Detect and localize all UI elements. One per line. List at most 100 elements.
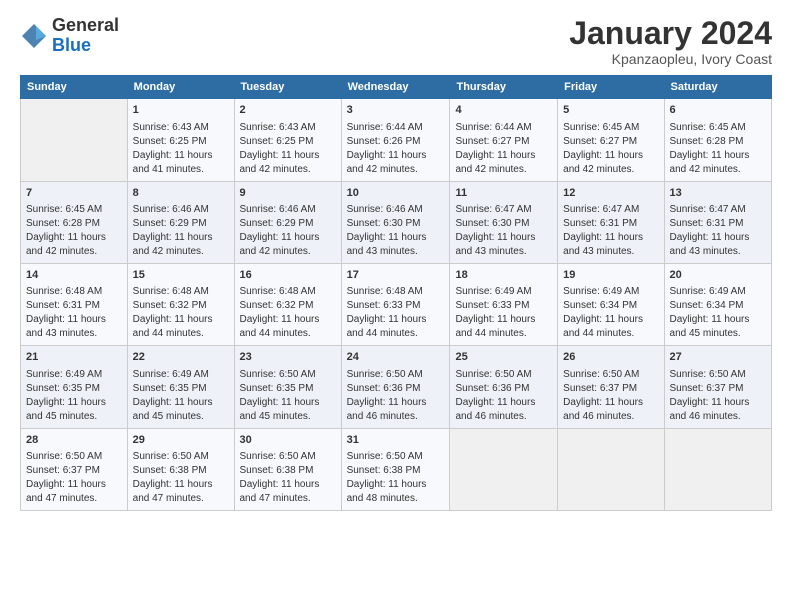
col-header-sunday: Sunday	[21, 76, 128, 99]
day-cell: 28 Sunrise: 6:50 AMSunset: 6:37 PMDayligh…	[21, 428, 128, 510]
day-info-line: Sunset: 6:30 PM	[455, 217, 552, 231]
day-number: 10	[347, 186, 445, 201]
day-cell: 21Sunrise: 6:49 AMSunset: 6:35 PMDayligh…	[21, 346, 128, 428]
day-cell: 6Sunrise: 6:45 AMSunset: 6:28 PMDaylight…	[664, 99, 771, 181]
day-info-line: Sunrise: 6:47 AM	[455, 203, 552, 217]
day-cell: 10 Sunrise: 6:46 AMSunset: 6:30 PMDayligh…	[341, 181, 450, 263]
day-info-line: Daylight: 11 hours	[347, 149, 445, 163]
day-info-line: Sunrise: 6:46 AM	[347, 203, 445, 217]
day-number: 3	[347, 103, 445, 118]
day-info-line: Sunset: 6:28 PM	[670, 135, 766, 149]
day-info-line: Daylight: 11 hours	[26, 396, 122, 410]
day-info-line: Daylight: 11 hours	[240, 231, 336, 245]
col-header-tuesday: Tuesday	[234, 76, 341, 99]
col-header-wednesday: Wednesday	[341, 76, 450, 99]
day-info-line: and 42 minutes.	[240, 163, 336, 177]
day-info-line: Sunrise: 6:50 AM	[26, 450, 122, 464]
day-info-line: Sunset: 6:31 PM	[26, 299, 122, 313]
day-cell	[450, 428, 558, 510]
day-info-line: Sunset: 6:38 PM	[240, 464, 336, 478]
day-number: 9	[240, 186, 336, 201]
day-info-line: and 45 minutes.	[26, 410, 122, 424]
day-info-line: Daylight: 11 hours	[563, 149, 658, 163]
calendar-table: SundayMondayTuesdayWednesdayThursdayFrid…	[20, 75, 772, 511]
day-number: 17	[347, 268, 445, 283]
day-info-line: Sunrise: 6:49 AM	[563, 285, 658, 299]
day-number: 21	[26, 350, 122, 365]
day-info-line: Daylight: 11 hours	[563, 231, 658, 245]
day-info-line: Daylight: 11 hours	[670, 149, 766, 163]
day-info-line: and 42 minutes.	[670, 163, 766, 177]
day-cell	[558, 428, 664, 510]
day-info-line: Daylight: 11 hours	[240, 313, 336, 327]
logo-general: General	[52, 15, 119, 35]
day-info-line: Sunset: 6:25 PM	[240, 135, 336, 149]
day-info-line: Sunset: 6:36 PM	[347, 382, 445, 396]
day-info-line: Sunrise: 6:48 AM	[240, 285, 336, 299]
day-info-line: and 42 minutes.	[455, 163, 552, 177]
day-number: 15	[133, 268, 229, 283]
day-info-line: and 41 minutes.	[133, 163, 229, 177]
day-info-line: and 44 minutes.	[455, 327, 552, 341]
day-cell: 3Sunrise: 6:44 AMSunset: 6:26 PMDaylight…	[341, 99, 450, 181]
week-row-4: 21Sunrise: 6:49 AMSunset: 6:35 PMDayligh…	[21, 346, 772, 428]
week-row-2: 7Sunrise: 6:45 AMSunset: 6:28 PMDaylight…	[21, 181, 772, 263]
day-info-line: and 43 minutes.	[563, 245, 658, 259]
day-info-line: Sunrise: 6:50 AM	[347, 368, 445, 382]
calendar-title: January 2024	[569, 16, 772, 51]
day-info-line: Sunset: 6:37 PM	[26, 464, 122, 478]
day-info-line: Sunset: 6:37 PM	[670, 382, 766, 396]
day-info-line: Sunrise: 6:45 AM	[563, 121, 658, 135]
day-number: 22	[133, 350, 229, 365]
day-info-line: Sunset: 6:33 PM	[347, 299, 445, 313]
day-info-line: Daylight: 11 hours	[240, 478, 336, 492]
day-number: 14	[26, 268, 122, 283]
day-info-line: and 46 minutes.	[347, 410, 445, 424]
day-info-line: and 43 minutes.	[670, 245, 766, 259]
day-info-line: Daylight: 11 hours	[240, 149, 336, 163]
day-number: 8	[133, 186, 229, 201]
day-info-line: Sunset: 6:31 PM	[563, 217, 658, 231]
day-info-line: Daylight: 11 hours	[347, 396, 445, 410]
day-number: 31	[347, 433, 445, 448]
day-info-line: Sunset: 6:25 PM	[133, 135, 229, 149]
day-info-line: Daylight: 11 hours	[347, 231, 445, 245]
day-info-line: Daylight: 11 hours	[26, 478, 122, 492]
day-number: 4	[455, 103, 552, 118]
day-number: 23	[240, 350, 336, 365]
day-info-line: and 46 minutes.	[670, 410, 766, 424]
logo: General Blue	[20, 16, 119, 56]
day-info-line: and 42 minutes.	[563, 163, 658, 177]
day-info-line: Sunrise: 6:50 AM	[670, 368, 766, 382]
day-info-line: and 47 minutes.	[240, 492, 336, 506]
day-info-line: Sunrise: 6:43 AM	[240, 121, 336, 135]
day-number: 19	[563, 268, 658, 283]
day-cell: 30Sunrise: 6:50 AMSunset: 6:38 PMDayligh…	[234, 428, 341, 510]
day-info-line: and 47 minutes.	[26, 492, 122, 506]
day-cell: 12Sunrise: 6:47 AMSunset: 6:31 PMDayligh…	[558, 181, 664, 263]
day-info-line: Daylight: 11 hours	[670, 396, 766, 410]
day-info-line: and 47 minutes.	[133, 492, 229, 506]
day-info-line: and 43 minutes.	[455, 245, 552, 259]
day-info-line: Sunset: 6:37 PM	[563, 382, 658, 396]
day-info-line: Sunrise: 6:47 AM	[670, 203, 766, 217]
day-cell	[664, 428, 771, 510]
day-info-line: and 44 minutes.	[133, 327, 229, 341]
day-info-line: Sunset: 6:32 PM	[133, 299, 229, 313]
day-cell: 15Sunrise: 6:48 AMSunset: 6:32 PMDayligh…	[127, 263, 234, 345]
day-info-line: and 45 minutes.	[133, 410, 229, 424]
day-cell: 25Sunrise: 6:50 AMSunset: 6:36 PMDayligh…	[450, 346, 558, 428]
logo-blue: Blue	[52, 35, 91, 55]
day-info-line: Daylight: 11 hours	[240, 396, 336, 410]
day-info-line: Sunset: 6:30 PM	[347, 217, 445, 231]
day-number: 7	[26, 186, 122, 201]
day-info-line: Sunset: 6:31 PM	[670, 217, 766, 231]
day-cell: 23Sunrise: 6:50 AMSunset: 6:35 PMDayligh…	[234, 346, 341, 428]
day-number: 28	[26, 433, 122, 448]
title-block: January 2024 Kpanzaopleu, Ivory Coast	[569, 16, 772, 67]
day-info-line: Sunset: 6:33 PM	[455, 299, 552, 313]
day-number: 11	[455, 186, 552, 201]
col-header-saturday: Saturday	[664, 76, 771, 99]
day-info-line: Sunset: 6:35 PM	[133, 382, 229, 396]
day-number: 26	[563, 350, 658, 365]
